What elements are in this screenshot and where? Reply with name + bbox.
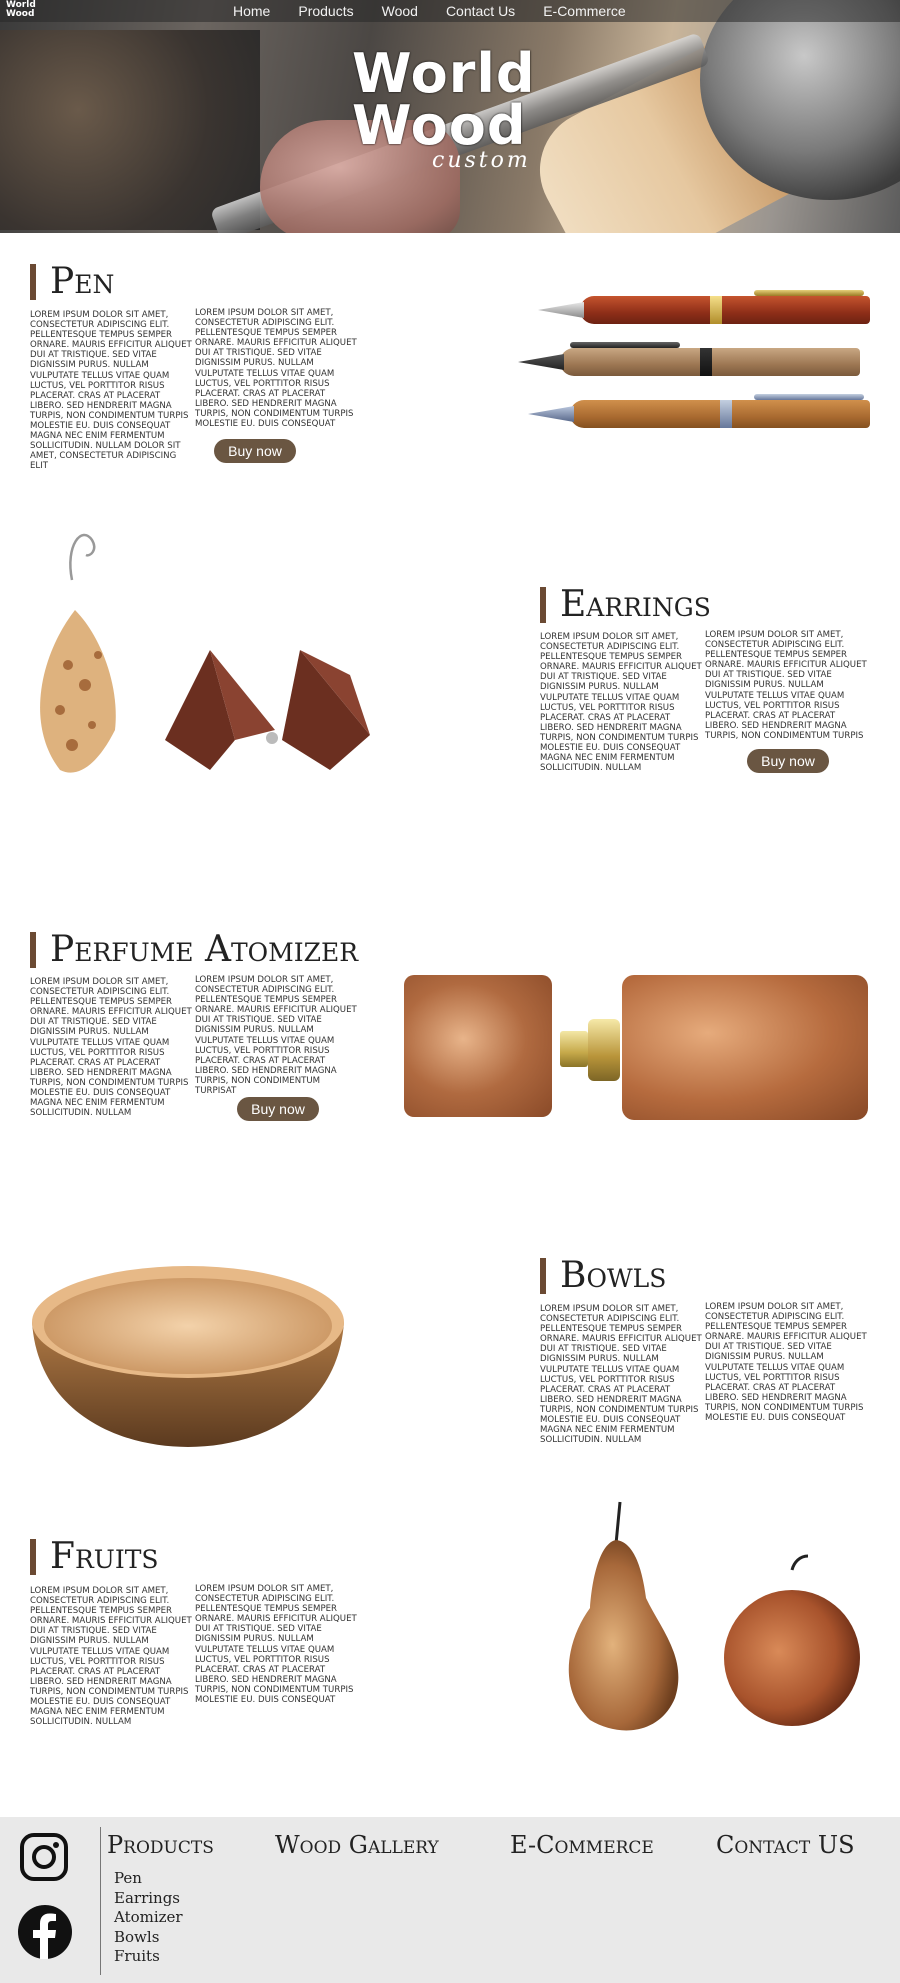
nav-contact-link[interactable]: Contact Us xyxy=(446,3,515,19)
footer: Products Pen Earrings Atomizer Bowls Fru… xyxy=(0,1817,900,1983)
footer-products-list: Pen Earrings Atomizer Bowls Fruits xyxy=(114,1869,183,1967)
atomizer-text-col1: Lorem ipsum dolor sit amet, consectetur … xyxy=(30,977,192,1119)
hero-logo-line1: World xyxy=(352,42,536,105)
bowl-illustration xyxy=(32,1266,344,1447)
fruits-text-col1: Lorem ipsum dolor sit amet, consectetur … xyxy=(30,1586,192,1728)
atomizer-body xyxy=(622,975,868,1120)
atomizer-cap xyxy=(404,975,552,1117)
atomizer-nozzle xyxy=(560,1031,588,1067)
bowls-text-col2: Lorem ipsum dolor sit amet, consectetur … xyxy=(705,1302,867,1424)
fruits-text-col2: Lorem ipsum dolor sit amet, consectetur … xyxy=(195,1584,357,1706)
hero-logo: World Wood custom xyxy=(352,42,552,178)
bowls-text-col1: Lorem ipsum dolor sit amet, consectetur … xyxy=(540,1304,702,1446)
fruits-title: Fruits xyxy=(30,1539,159,1575)
footer-link-pen[interactable]: Pen xyxy=(114,1869,183,1889)
facebook-icon[interactable] xyxy=(18,1905,72,1959)
atomizer-collar xyxy=(588,1019,620,1081)
footer-link-bowls[interactable]: Bowls xyxy=(114,1928,183,1948)
earrings-text-col1: Lorem ipsum dolor sit amet, consectetur … xyxy=(540,632,702,774)
hero-logo-line3: custom xyxy=(432,148,531,173)
nav-logo-line2: Wood xyxy=(6,9,35,19)
nav-wood-link[interactable]: Wood xyxy=(382,3,418,19)
footer-link-earrings[interactable]: Earrings xyxy=(114,1889,183,1909)
nav-home-link[interactable]: Home xyxy=(233,3,270,19)
earrings-buy-button[interactable]: Buy now xyxy=(747,749,829,773)
pen-title: Pen xyxy=(30,264,114,300)
pen-text-col1: Lorem ipsum dolor sit amet, consectetur … xyxy=(30,310,192,472)
footer-divider xyxy=(100,1827,101,1975)
footer-link-atomizer[interactable]: Atomizer xyxy=(114,1908,183,1928)
instagram-icon[interactable] xyxy=(18,1831,70,1883)
pen-buy-button[interactable]: Buy now xyxy=(214,439,296,463)
footer-products-heading[interactable]: Products xyxy=(107,1831,214,1859)
hero-banner: World Wood Home Products Wood Contact Us… xyxy=(0,0,900,233)
pen-2 xyxy=(518,342,860,376)
pen-1 xyxy=(538,290,870,324)
fruits-image xyxy=(550,1498,870,1738)
earrings-illustration xyxy=(40,533,370,773)
nav-logo[interactable]: World Wood xyxy=(6,1,36,19)
earrings-image xyxy=(20,525,380,785)
nav-links: Home Products Wood Contact Us E-Commerce xyxy=(233,3,654,19)
earrings-text-col2: Lorem ipsum dolor sit amet, consectetur … xyxy=(705,630,867,741)
atomizer-text-col2: Lorem ipsum dolor sit amet, consectetur … xyxy=(195,975,357,1097)
pen-image xyxy=(518,280,880,440)
top-navigation: World Wood Home Products Wood Contact Us… xyxy=(0,0,900,22)
bowls-title: Bowls xyxy=(540,1258,666,1294)
footer-gallery-heading[interactable]: Wood Gallery xyxy=(275,1831,439,1859)
hero-wood-shavings xyxy=(0,30,260,230)
nav-ecommerce-link[interactable]: E-Commerce xyxy=(543,3,625,19)
atomizer-title: Perfume Atomizer xyxy=(30,932,358,968)
atomizer-image xyxy=(400,975,870,1120)
atomizer-buy-button[interactable]: Buy now xyxy=(237,1097,319,1121)
pen-3 xyxy=(528,394,870,428)
footer-contact-heading[interactable]: Contact US xyxy=(716,1831,855,1859)
earrings-title: Earrings xyxy=(540,587,711,623)
footer-ecommerce-heading[interactable]: E-Commerce xyxy=(510,1831,654,1859)
fruits-illustration xyxy=(568,1501,860,1731)
hero-logo-line2: Wood xyxy=(352,94,527,157)
pen-text-col2: Lorem ipsum dolor sit amet, consectetur … xyxy=(195,308,357,430)
bowl-image xyxy=(28,1262,348,1452)
footer-link-fruits[interactable]: Fruits xyxy=(114,1947,183,1967)
nav-products-link[interactable]: Products xyxy=(298,3,353,19)
